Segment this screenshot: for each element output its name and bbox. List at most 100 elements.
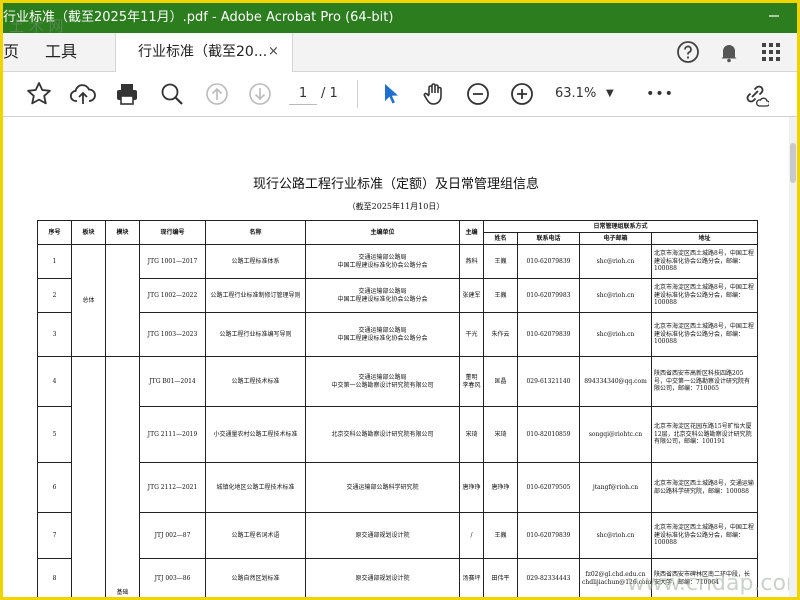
- tab-home[interactable]: 页: [3, 33, 25, 71]
- table-row: 2 JTG 1002—2022 公路工程行业标准制修订管理导则 交通运输部公路局 中国…: [37, 278, 759, 313]
- name-cell: 公路工程技术标准: [205, 356, 306, 407]
- header-chief: 主编: [459, 220, 484, 245]
- code-cell: JTJ 003—86: [139, 558, 206, 597]
- tab-document-label: 行业标准（截至20...: [138, 44, 268, 60]
- address-cell: 北京市海淀区花园东路15号旷怡大厦12层，北京交科公路勘察设计研究院有限公司，邮…: [650, 406, 759, 463]
- table-row: 6 JTG 2112—2021 城镇化地区公路工程技术标准 交通运输部公路科学研究院唐…: [37, 462, 759, 513]
- document-title: 现行公路工程行业标准（定额）及日常管理组信息: [252, 177, 539, 192]
- phone-cell: 010-62079505: [517, 462, 580, 513]
- editor-cell: 北京交科公路勘察设计研究院有限公司: [305, 406, 460, 463]
- zoom-in-icon[interactable]: [508, 80, 536, 108]
- tab-tools[interactable]: 工具: [45, 33, 77, 71]
- header-email: 电子邮箱: [579, 232, 652, 245]
- person-cell: 王巍: [483, 278, 518, 313]
- row-number: 7: [37, 512, 72, 559]
- watermark-logo: 土 木 网: [9, 17, 64, 35]
- page-total: / 1: [321, 86, 338, 101]
- email-cell: jtangf@rioh.cn: [579, 462, 652, 513]
- header-person: 姓名: [483, 232, 518, 245]
- upload-icon[interactable]: [69, 80, 97, 108]
- vertical-scrollbar[interactable]: [789, 117, 797, 597]
- row-number: 2: [37, 278, 72, 313]
- close-tab-icon[interactable]: ×: [268, 33, 279, 71]
- email-cell: shc@rioh.cn: [579, 278, 652, 313]
- document-view[interactable]: 现行公路工程行业标准（定额）及日常管理组信息 （截至2025年11月10日） 序…: [3, 117, 789, 597]
- email-cell: songqi@riohtc.cn: [579, 406, 652, 463]
- page-down-icon[interactable]: [246, 80, 274, 108]
- editor-cell: 交通运输部公路局 中国工程建设标准化协会公路分会: [305, 244, 460, 279]
- minimize-icon[interactable]: [751, 3, 797, 33]
- row-number: 1: [37, 244, 72, 279]
- name-cell: 公路工程行业标准编写导则: [205, 312, 306, 357]
- header-code: 现行编号: [139, 220, 206, 245]
- name-cell: 公路工程标准体系: [205, 244, 306, 279]
- row-number: 6: [37, 462, 72, 513]
- code-cell: JTG 1002—2022: [139, 278, 206, 313]
- row-number: 3: [37, 312, 72, 357]
- phone-cell: 010-62079839: [517, 244, 580, 279]
- module-cell: [105, 244, 140, 357]
- phone-cell: 010-62079839: [517, 512, 580, 559]
- search-zoom-icon[interactable]: [158, 80, 186, 108]
- bell-icon[interactable]: [717, 40, 741, 64]
- email-cell: shc@rioh.cn: [579, 512, 652, 559]
- tab-bar: 页 工具 行业标准（截至20... ×: [3, 33, 797, 72]
- editor-cell: 原交通部规划设计院: [305, 558, 460, 597]
- zoom-level[interactable]: 63.1%: [555, 84, 596, 104]
- module-cell: 基础: [105, 356, 140, 597]
- email-cell: shc@rioh.cn: [579, 244, 652, 279]
- chief-cell: 宋琦: [459, 406, 484, 463]
- row-number: 4: [37, 356, 72, 407]
- header-address: 地址: [650, 232, 759, 245]
- phone-cell: 010-62079983: [517, 278, 580, 313]
- page-number-input[interactable]: 1: [289, 84, 317, 105]
- chief-cell: 燕科: [459, 244, 484, 279]
- link-cloud-icon[interactable]: [741, 80, 771, 108]
- header-module: 模块: [105, 220, 140, 245]
- chevron-down-icon[interactable]: ▼: [606, 84, 614, 104]
- person-cell: 唐琤琤: [483, 462, 518, 513]
- person-cell: 田伟平: [483, 558, 518, 597]
- editor-cell: 交通运输部公路局 中国工程建设标准化协会公路分会: [305, 312, 460, 357]
- email-cell: 894334340@qq.com: [579, 356, 652, 407]
- table-row: 5 JTG 2111—2019 小交通量农村公路工程技术标准 北京交科公路勘察设计研究…: [37, 406, 759, 463]
- code-cell: JTG 2112—2021: [139, 462, 206, 513]
- address-cell: 陕西省西安市高新区科技四路205号，中交第一公路勘察设计研究院有限公司，邮编：7…: [650, 356, 759, 407]
- tab-document[interactable]: 行业标准（截至20... ×: [115, 33, 293, 72]
- select-arrow-icon[interactable]: [377, 80, 405, 108]
- apps-grid-icon[interactable]: [759, 40, 783, 64]
- scrollbar-thumb[interactable]: [790, 143, 796, 183]
- help-icon[interactable]: [676, 40, 700, 64]
- chief-cell: 唐琤琤: [459, 462, 484, 513]
- more-icon[interactable]: •••: [646, 80, 674, 108]
- person-cell: 王巍: [483, 244, 518, 279]
- section-cell: [71, 356, 106, 597]
- document-subtitle: （截至2025年11月10日）: [347, 202, 445, 211]
- chief-cell: 董明 李春风: [459, 356, 484, 407]
- name-cell: 小交通量农村公路工程技术标准: [205, 406, 306, 463]
- address-cell: 北京市海淀区西土城路8号，中国工程建设标准化协会公路分会，邮编：100088: [650, 312, 759, 357]
- header-name: 名称: [205, 220, 306, 245]
- standards-table: 序号 板块 模块 现行编号 名称 主编单位 主编 日常管理组联系方式 姓名 联系…: [37, 220, 759, 597]
- address-cell: 北京市海淀区西土城路8号，中国工程建设标准化协会公路分会，邮编：100088: [650, 512, 759, 559]
- editor-cell: 原交通部规划设计院: [305, 512, 460, 559]
- print-icon[interactable]: [113, 80, 141, 108]
- chief-cell: 汤赛坪: [459, 558, 484, 597]
- phone-cell: 010-82010859: [517, 406, 580, 463]
- email-cell: shc@rioh.cn: [579, 312, 652, 357]
- table-row: 7 JTJ 002—87 公路工程名词术语 原交通部规划设计院 / 王巍 010-62079…: [37, 512, 759, 559]
- name-cell: 公路工程名词术语: [205, 512, 306, 559]
- code-cell: JTJ 002—87: [139, 512, 206, 559]
- person-cell: 匡晶: [483, 356, 518, 407]
- editor-cell: 交通运输部公路局 中交第一公路勘察设计研究院有限公司: [305, 356, 460, 407]
- editor-cell: 交通运输部公路局 中国工程建设标准化协会公路分会: [305, 278, 460, 313]
- person-cell: 宋琦: [483, 406, 518, 463]
- title-bar: 行业标准（截至2025年11月）.pdf - Adobe Acrobat Pro…: [3, 3, 797, 33]
- zoom-out-icon[interactable]: [464, 80, 492, 108]
- table-row: 4 基础 JTG B01—2014 公路工程技术标准 交通运输部公路局 中交第一公路勘察…: [37, 356, 759, 597]
- hand-icon[interactable]: [420, 80, 448, 108]
- toolbar-divider: [357, 80, 358, 108]
- name-cell: 公路工程行业标准制修订管理导则: [205, 278, 306, 313]
- page-up-icon[interactable]: [203, 80, 231, 108]
- star-icon[interactable]: [25, 80, 53, 108]
